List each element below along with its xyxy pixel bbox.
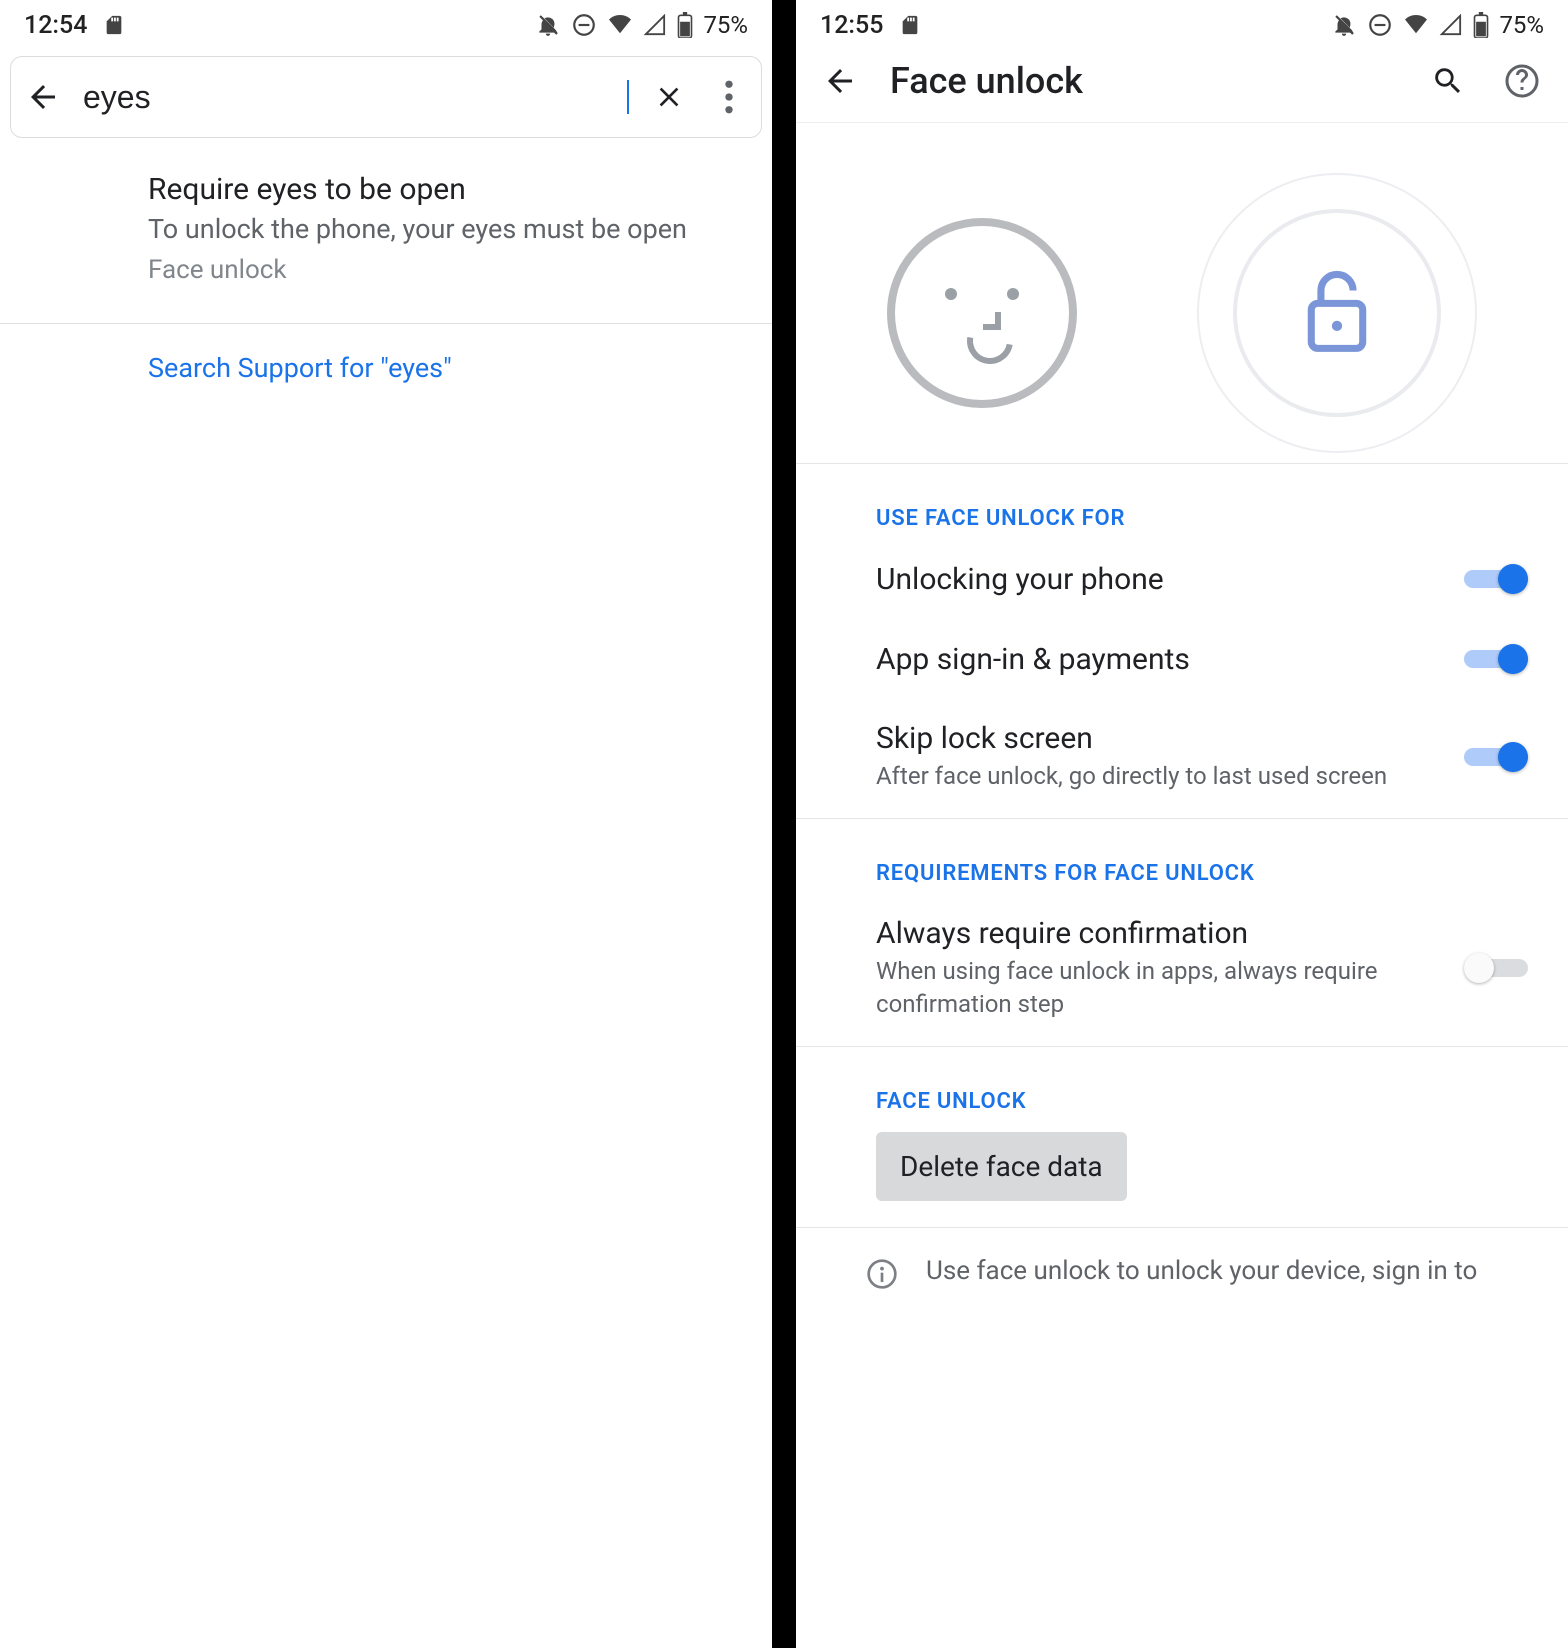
info-icon [866,1258,898,1294]
battery-icon [1473,12,1489,38]
row-subtitle: After face unlock, go directly to last u… [876,760,1440,792]
row-app-signin[interactable]: App sign-in & payments [876,619,1538,699]
screen-divider [772,0,796,1648]
unlock-icon [1197,173,1477,453]
section-use-for: USE FACE UNLOCK FOR Unlocking your phone… [796,463,1568,818]
row-subtitle: When using face unlock in apps, always r… [876,955,1440,1020]
result-subtitle: To unlock the phone, your eyes must be o… [148,213,748,245]
section-header: FACE UNLOCK [876,1069,1538,1122]
signal-icon [643,14,667,36]
search-input[interactable] [83,79,626,116]
signal-icon [1439,14,1463,36]
wifi-icon [1403,14,1429,36]
footer: Use face unlock to unlock your device, s… [796,1227,1568,1294]
delete-face-data-button[interactable]: Delete face data [876,1132,1127,1201]
wifi-icon [607,14,633,36]
row-title: App sign-in & payments [876,642,1440,677]
toggle-require-confirmation[interactable] [1464,950,1528,986]
result-title: Require eyes to be open [148,172,748,207]
help-button[interactable] [1500,63,1544,99]
status-clock: 12:55 [820,11,883,40]
right-screen: 12:55 75% Face unlock [796,0,1568,1648]
do-not-disturb-icon [1367,12,1393,38]
row-title: Unlocking your phone [876,562,1440,597]
sd-card-icon [103,12,125,38]
result-breadcrumb: Face unlock [148,255,748,285]
row-unlock-phone[interactable]: Unlocking your phone [876,539,1538,619]
section-header: REQUIREMENTS FOR FACE UNLOCK [876,841,1538,894]
more-button[interactable] [709,80,749,114]
clear-button[interactable] [649,81,689,113]
section-face-unlock: FACE UNLOCK Delete face data [796,1046,1568,1227]
row-title: Skip lock screen [876,721,1440,756]
battery-percent: 75% [703,11,748,39]
status-bar-left: 12:54 75% [0,0,772,46]
sd-card-icon [899,12,921,38]
do-not-disturb-icon [571,12,597,38]
battery-percent: 75% [1499,11,1544,39]
toggle-app-signin[interactable] [1464,641,1528,677]
app-bar: Face unlock [796,46,1568,123]
search-bar [10,56,762,138]
section-header: USE FACE UNLOCK FOR [876,486,1538,539]
back-button[interactable] [23,79,63,115]
text-cursor [627,80,629,114]
toggle-skip-lock[interactable] [1464,739,1528,775]
hero-graphic [796,123,1568,463]
toggle-unlock-phone[interactable] [1464,561,1528,597]
footer-text: Use face unlock to unlock your device, s… [926,1254,1477,1289]
row-skip-lock[interactable]: Skip lock screen After face unlock, go d… [876,699,1538,814]
page-title: Face unlock [890,60,1396,102]
face-icon [887,218,1077,408]
notifications-off-icon [1331,12,1357,38]
search-button[interactable] [1426,64,1470,98]
row-require-confirmation[interactable]: Always require confirmation When using f… [876,894,1538,1042]
status-bar-right: 12:55 75% [796,0,1568,46]
notifications-off-icon [535,12,561,38]
battery-icon [677,12,693,38]
status-clock: 12:54 [24,11,87,40]
back-button[interactable] [820,63,860,99]
search-result[interactable]: Require eyes to be open To unlock the ph… [0,138,772,309]
row-title: Always require confirmation [876,916,1440,951]
section-requirements: REQUIREMENTS FOR FACE UNLOCK Always requ… [796,818,1568,1046]
left-screen: 12:54 75% [0,0,772,1648]
search-support-link[interactable]: Search Support for "eyes" [0,324,772,408]
